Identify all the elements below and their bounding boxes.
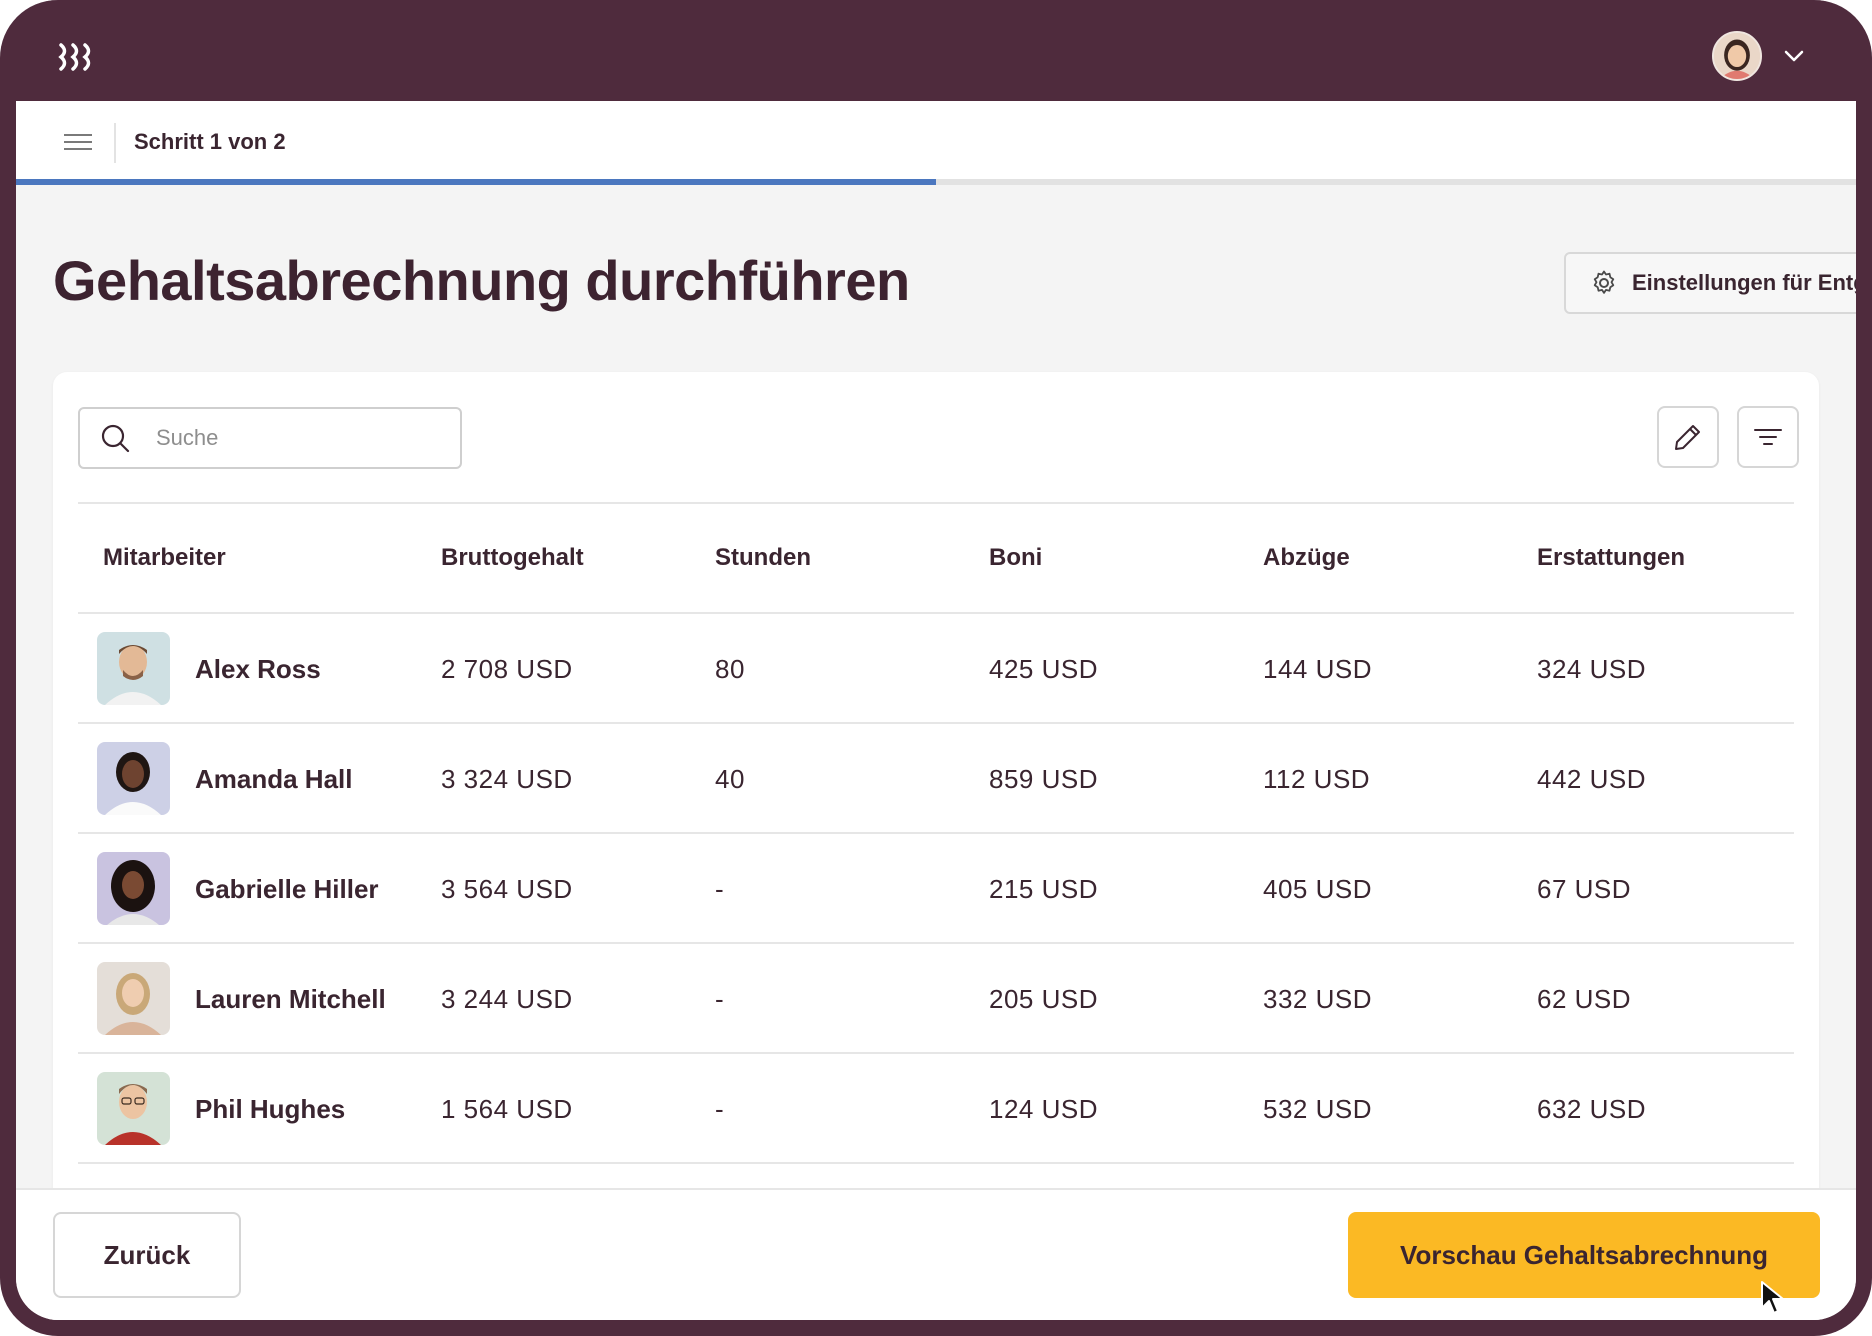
hours: - [715, 1094, 725, 1124]
bonus: 124 USD [989, 1094, 1098, 1124]
deductions: 144 USD [1263, 654, 1372, 684]
bonus: 205 USD [989, 984, 1098, 1014]
chevron-down-icon [1784, 50, 1804, 62]
divider [114, 123, 116, 163]
filter-button[interactable] [1737, 406, 1799, 468]
employee-photo [97, 632, 170, 705]
column-header-hours[interactable]: Stunden [715, 544, 811, 572]
settings-button-label: Einstellungen für Entg [1632, 270, 1856, 295]
payroll-table: Mitarbeiter Bruttogehalt Stunden Boni Ab… [78, 502, 1794, 1164]
employee-name[interactable]: Lauren Mitchell [195, 984, 386, 1015]
table-row[interactable]: Amanda Hall 3 324 USD 40 859 USD 112 USD… [78, 724, 1794, 834]
hours: 80 [715, 654, 745, 684]
hours: - [715, 984, 725, 1014]
hamburger-menu-icon[interactable] [62, 129, 94, 155]
reimbursements: 67 USD [1537, 874, 1632, 904]
progress-bar [16, 179, 1856, 185]
search-icon [101, 424, 130, 453]
back-button[interactable]: Zurück [53, 1212, 241, 1298]
table-row[interactable]: Alex Ross 2 708 USD 80 425 USD 144 USD 3… [78, 614, 1794, 724]
user-menu[interactable] [1712, 30, 1820, 82]
employee-name[interactable]: Amanda Hall [195, 764, 353, 795]
employee-photo [97, 1072, 170, 1145]
gear-icon [1593, 270, 1615, 294]
deductions: 112 USD [1263, 764, 1371, 794]
gross-salary: 2 708 USD [441, 654, 573, 684]
progress-fill [16, 179, 936, 185]
hours: 40 [715, 764, 745, 794]
column-header-deductions[interactable]: Abzüge [1263, 544, 1350, 572]
employee-name[interactable]: Alex Ross [195, 654, 321, 685]
employee-photo [97, 742, 170, 815]
employee-photo [97, 852, 170, 925]
reimbursements: 324 USD [1537, 654, 1646, 684]
edit-button[interactable] [1657, 406, 1719, 468]
device-frame: Schritt 1 von 2 Gehaltsabrechnung durchf… [0, 0, 1872, 1336]
column-header-bonus[interactable]: Boni [989, 544, 1042, 572]
brand-logo-icon[interactable] [58, 42, 98, 72]
table-header: Mitarbeiter Bruttogehalt Stunden Boni Ab… [78, 502, 1794, 614]
bonus: 859 USD [989, 764, 1098, 794]
employee-name[interactable]: Gabrielle Hiller [195, 874, 379, 905]
employee-photo [97, 962, 170, 1035]
top-bar [16, 0, 1856, 101]
pencil-icon [1675, 425, 1700, 450]
user-avatar [1712, 31, 1762, 81]
gross-salary: 3 564 USD [441, 874, 573, 904]
column-header-gross[interactable]: Bruttogehalt [441, 544, 584, 572]
preview-payroll-button[interactable]: Vorschau Gehaltsabrechnung [1348, 1212, 1820, 1298]
reimbursements: 632 USD [1537, 1094, 1646, 1124]
table-row[interactable]: Lauren Mitchell 3 244 USD - 205 USD 332 … [78, 944, 1794, 1054]
reimbursements: 442 USD [1537, 764, 1646, 794]
payroll-card: Mitarbeiter Bruttogehalt Stunden Boni Ab… [53, 372, 1819, 1292]
deductions: 332 USD [1263, 984, 1372, 1014]
bonus: 215 USD [989, 874, 1098, 904]
step-bar: Schritt 1 von 2 [16, 101, 1856, 181]
deductions: 405 USD [1263, 874, 1372, 904]
filter-icon [1754, 429, 1782, 445]
gross-salary: 1 564 USD [441, 1094, 573, 1124]
employee-name[interactable]: Phil Hughes [195, 1094, 345, 1125]
app-screen: Schritt 1 von 2 Gehaltsabrechnung durchf… [16, 0, 1856, 1320]
footer-bar: Zurück Vorschau Gehaltsabrechnung [16, 1188, 1856, 1320]
reimbursements: 62 USD [1537, 984, 1632, 1014]
step-indicator: Schritt 1 von 2 [134, 129, 286, 154]
bonus: 425 USD [989, 654, 1098, 684]
page-title: Gehaltsabrechnung durchführen [53, 249, 910, 312]
hours: - [715, 874, 725, 904]
payment-settings-button[interactable]: Einstellungen für Entg [1564, 252, 1856, 314]
deductions: 532 USD [1263, 1094, 1372, 1124]
gross-salary: 3 324 USD [441, 764, 573, 794]
table-row[interactable]: Phil Hughes 1 564 USD - 124 USD 532 USD … [78, 1054, 1794, 1164]
search-box[interactable] [78, 407, 462, 469]
search-input[interactable] [154, 424, 434, 452]
table-row[interactable]: Gabrielle Hiller 3 564 USD - 215 USD 405… [78, 834, 1794, 944]
column-header-reimbursements[interactable]: Erstattungen [1537, 544, 1685, 572]
gross-salary: 3 244 USD [441, 984, 573, 1014]
column-header-employee[interactable]: Mitarbeiter [103, 544, 226, 572]
